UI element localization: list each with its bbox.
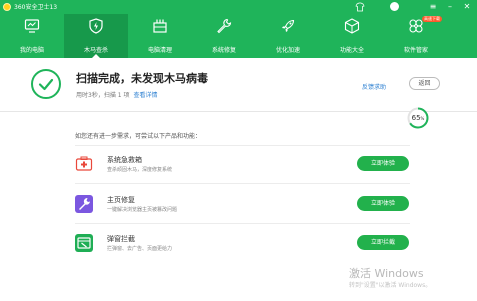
- try-now-button[interactable]: 立即体验: [357, 196, 409, 211]
- divider: [0, 111, 477, 112]
- nav-label: 木马查杀: [83, 47, 108, 54]
- suggestion-first-aid: 系统急救箱 查杀顽固木马，深度修复系统 立即体验: [75, 151, 410, 179]
- avatar[interactable]: [390, 2, 399, 11]
- nav-software-manager[interactable]: 高速下载 软件管家: [384, 14, 448, 58]
- nav-label: 系统修复: [211, 47, 236, 54]
- first-aid-icon: [75, 155, 93, 173]
- suggestion-desc: 一键解决浏览器主页被篡改问题: [107, 207, 178, 213]
- nav-system-repair[interactable]: 系统修复: [192, 14, 256, 58]
- suggestion-title: 主页修复: [107, 196, 135, 204]
- status-title: 扫描完成，未发现木马病毒: [76, 72, 208, 85]
- nav-my-computer[interactable]: 我的电脑: [0, 14, 64, 58]
- back-button[interactable]: 返回: [409, 77, 440, 90]
- suggestion-homepage-repair: 主页修复 一键解决浏览器主页被篡改问题 立即体验: [75, 191, 410, 219]
- nav-optimize[interactable]: 优化加速: [256, 14, 320, 58]
- activate-windows-title: 激活 Windows: [349, 267, 424, 280]
- monitor-icon: [24, 19, 40, 33]
- close-icon[interactable]: ✕: [462, 2, 472, 12]
- nav-label: 功能大全: [339, 47, 364, 54]
- view-details-link[interactable]: 查看详情: [133, 92, 157, 99]
- app-title: 360安全卫士13: [14, 4, 58, 11]
- nav-cleanup[interactable]: 电脑清理: [128, 14, 192, 58]
- suggestion-desc: 拦弹窗、去广告、页面更给力: [107, 246, 173, 252]
- suggestion-title: 弹窗拦截: [107, 235, 135, 243]
- nav-features[interactable]: 功能大全: [320, 14, 384, 58]
- try-now-button[interactable]: 立即体验: [357, 156, 409, 171]
- grid-icon: [344, 18, 360, 34]
- divider: [75, 145, 410, 146]
- nav-label: 软件管家: [403, 47, 428, 54]
- menu-icon[interactable]: ≡: [428, 2, 438, 12]
- minimize-icon[interactable]: –: [445, 2, 455, 12]
- suggestion-popup-block: 弹窗拦截 拦弹窗、去广告、页面更给力 立即拦截: [75, 230, 410, 258]
- memory-usage-value: 65%: [411, 114, 425, 122]
- main-nav: 我的电脑 木马查杀 电脑清理 系统修复 优化加速 功能大全 高速下载 软件管家: [0, 14, 477, 59]
- feedback-link[interactable]: 反馈求助: [362, 82, 386, 91]
- title-bar: 360安全卫士13 ≡ – ✕: [0, 0, 477, 14]
- activate-windows-subtitle: 转到"设置"以激活 Windows。: [349, 282, 432, 289]
- top-bar: 360安全卫士13 ≡ – ✕ 我的电脑 木马查杀 电脑清理 系统修复 优化加速…: [0, 0, 477, 59]
- status-subtitle: 用时3秒，扫描 1 项查看详情: [76, 90, 157, 99]
- nav-label: 我的电脑: [19, 47, 44, 54]
- rocket-icon: [282, 19, 295, 32]
- success-check-icon: [31, 69, 61, 99]
- scan-summary: 用时3秒，扫描 1 项: [76, 92, 130, 99]
- memory-usage-widget[interactable]: 65%: [407, 107, 429, 129]
- app-logo: [3, 3, 11, 11]
- nav-trojan-scan[interactable]: 木马查杀: [64, 14, 128, 59]
- divider: [75, 183, 410, 184]
- nav-label: 优化加速: [275, 47, 300, 54]
- suggestion-desc: 查杀顽固木马，深度修复系统: [107, 167, 173, 173]
- nav-label: 电脑清理: [147, 47, 172, 54]
- divider: [75, 223, 410, 224]
- shirt-icon[interactable]: [355, 2, 365, 12]
- suggestion-title: 系统急救箱: [107, 156, 142, 164]
- scan-status: 扫描完成，未发现木马病毒 用时3秒，扫描 1 项查看详情 反馈求助 返回: [0, 58, 477, 110]
- wrench-icon: [217, 18, 232, 34]
- shield-icon: [89, 18, 103, 34]
- wrench-icon: [75, 195, 93, 213]
- broom-icon: [153, 19, 167, 33]
- suggestion-intro: 如您还有进一步需求，可尝试以下产品和功能：: [75, 133, 202, 140]
- popup-block-icon: [75, 234, 93, 252]
- block-now-button[interactable]: 立即拦截: [357, 235, 409, 250]
- download-badge: 高速下载: [422, 16, 442, 22]
